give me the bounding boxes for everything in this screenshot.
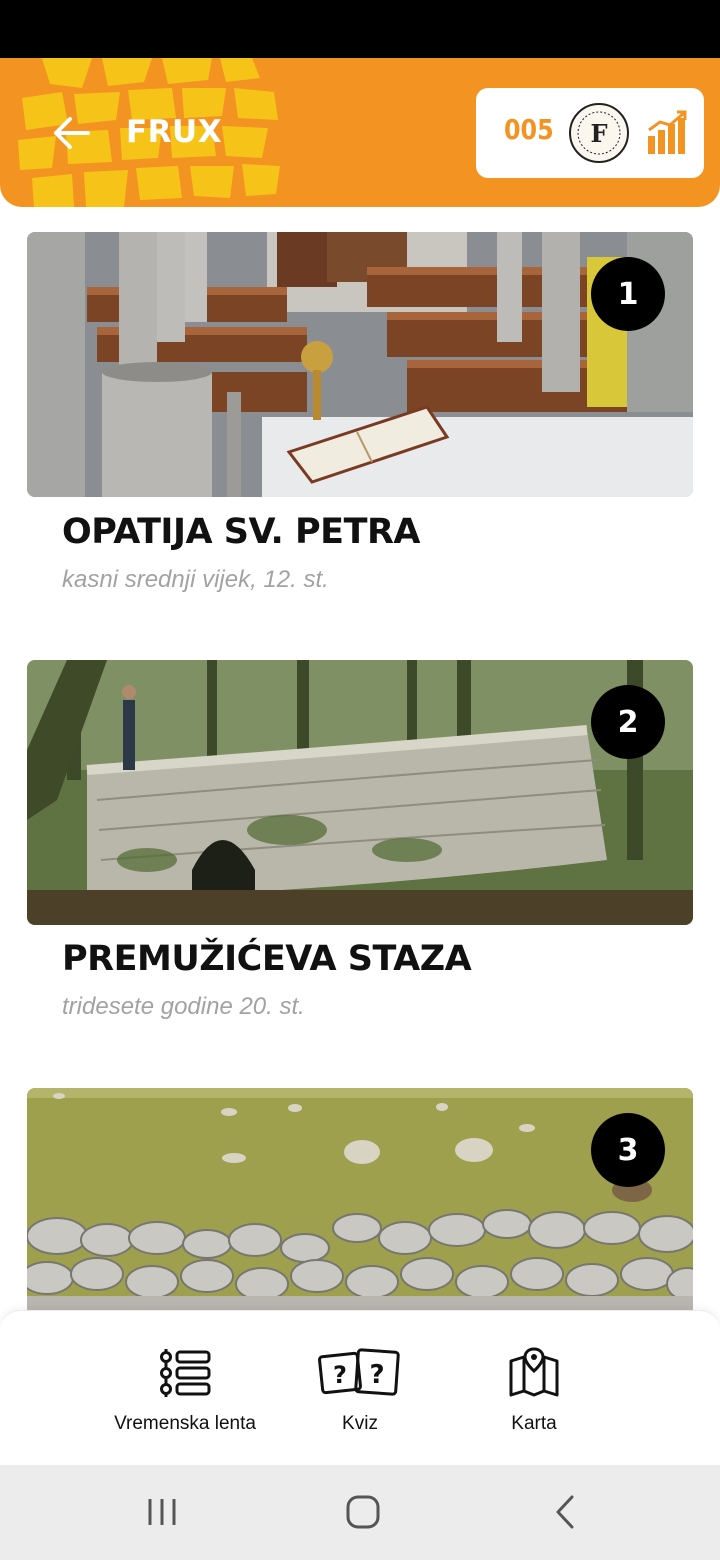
- app-header: FRUX 005 F: [0, 58, 720, 207]
- score-panel[interactable]: 005 F: [476, 88, 704, 178]
- app-title: FRUX: [126, 114, 223, 150]
- nav-map[interactable]: Karta: [474, 1311, 594, 1466]
- place-number-badge: 1: [591, 257, 665, 331]
- nav-label: Vremenska lenta: [114, 1413, 256, 1434]
- recents-icon[interactable]: [146, 1497, 178, 1527]
- system-navigation-bar: [0, 1465, 720, 1560]
- nav-timeline[interactable]: Vremenska lenta: [100, 1311, 270, 1466]
- place-number-badge: 3: [591, 1113, 665, 1187]
- svg-text:?: ?: [333, 1361, 347, 1389]
- score-value: 005: [504, 113, 554, 146]
- stone-bridge-image: [27, 660, 693, 925]
- seal-logo-icon: F: [569, 103, 629, 163]
- place-title[interactable]: OPATIJA SV. PETRA: [62, 512, 421, 552]
- nav-label: Karta: [511, 1413, 557, 1434]
- place-card-2[interactable]: 2: [27, 660, 693, 925]
- place-title[interactable]: PREMUŽIĆEVA STAZA: [62, 939, 472, 979]
- quiz-icon: ? ?: [318, 1348, 400, 1396]
- nav-quiz[interactable]: ? ? Kviz: [300, 1311, 420, 1466]
- seal-letter: F: [590, 119, 607, 148]
- stats-chart-icon[interactable]: [646, 110, 688, 156]
- place-number-badge: 2: [591, 685, 665, 759]
- timeline-icon: [160, 1349, 211, 1397]
- place-subtitle: tridesete godine 20. st.: [62, 993, 305, 1020]
- back-arrow-icon[interactable]: [52, 113, 92, 153]
- status-bar: [0, 0, 720, 58]
- nav-label: Kviz: [342, 1413, 378, 1434]
- bottom-navigation: Vremenska lenta ? ? Kviz Karta: [0, 1310, 720, 1466]
- church-interior-image: [27, 232, 693, 497]
- back-icon[interactable]: [554, 1495, 576, 1529]
- map-icon: [509, 1347, 559, 1397]
- svg-text:?: ?: [369, 1360, 384, 1390]
- home-icon[interactable]: [346, 1495, 380, 1529]
- place-subtitle: kasni srednji vijek, 12. st.: [62, 566, 329, 593]
- place-card-1[interactable]: 1: [27, 232, 693, 497]
